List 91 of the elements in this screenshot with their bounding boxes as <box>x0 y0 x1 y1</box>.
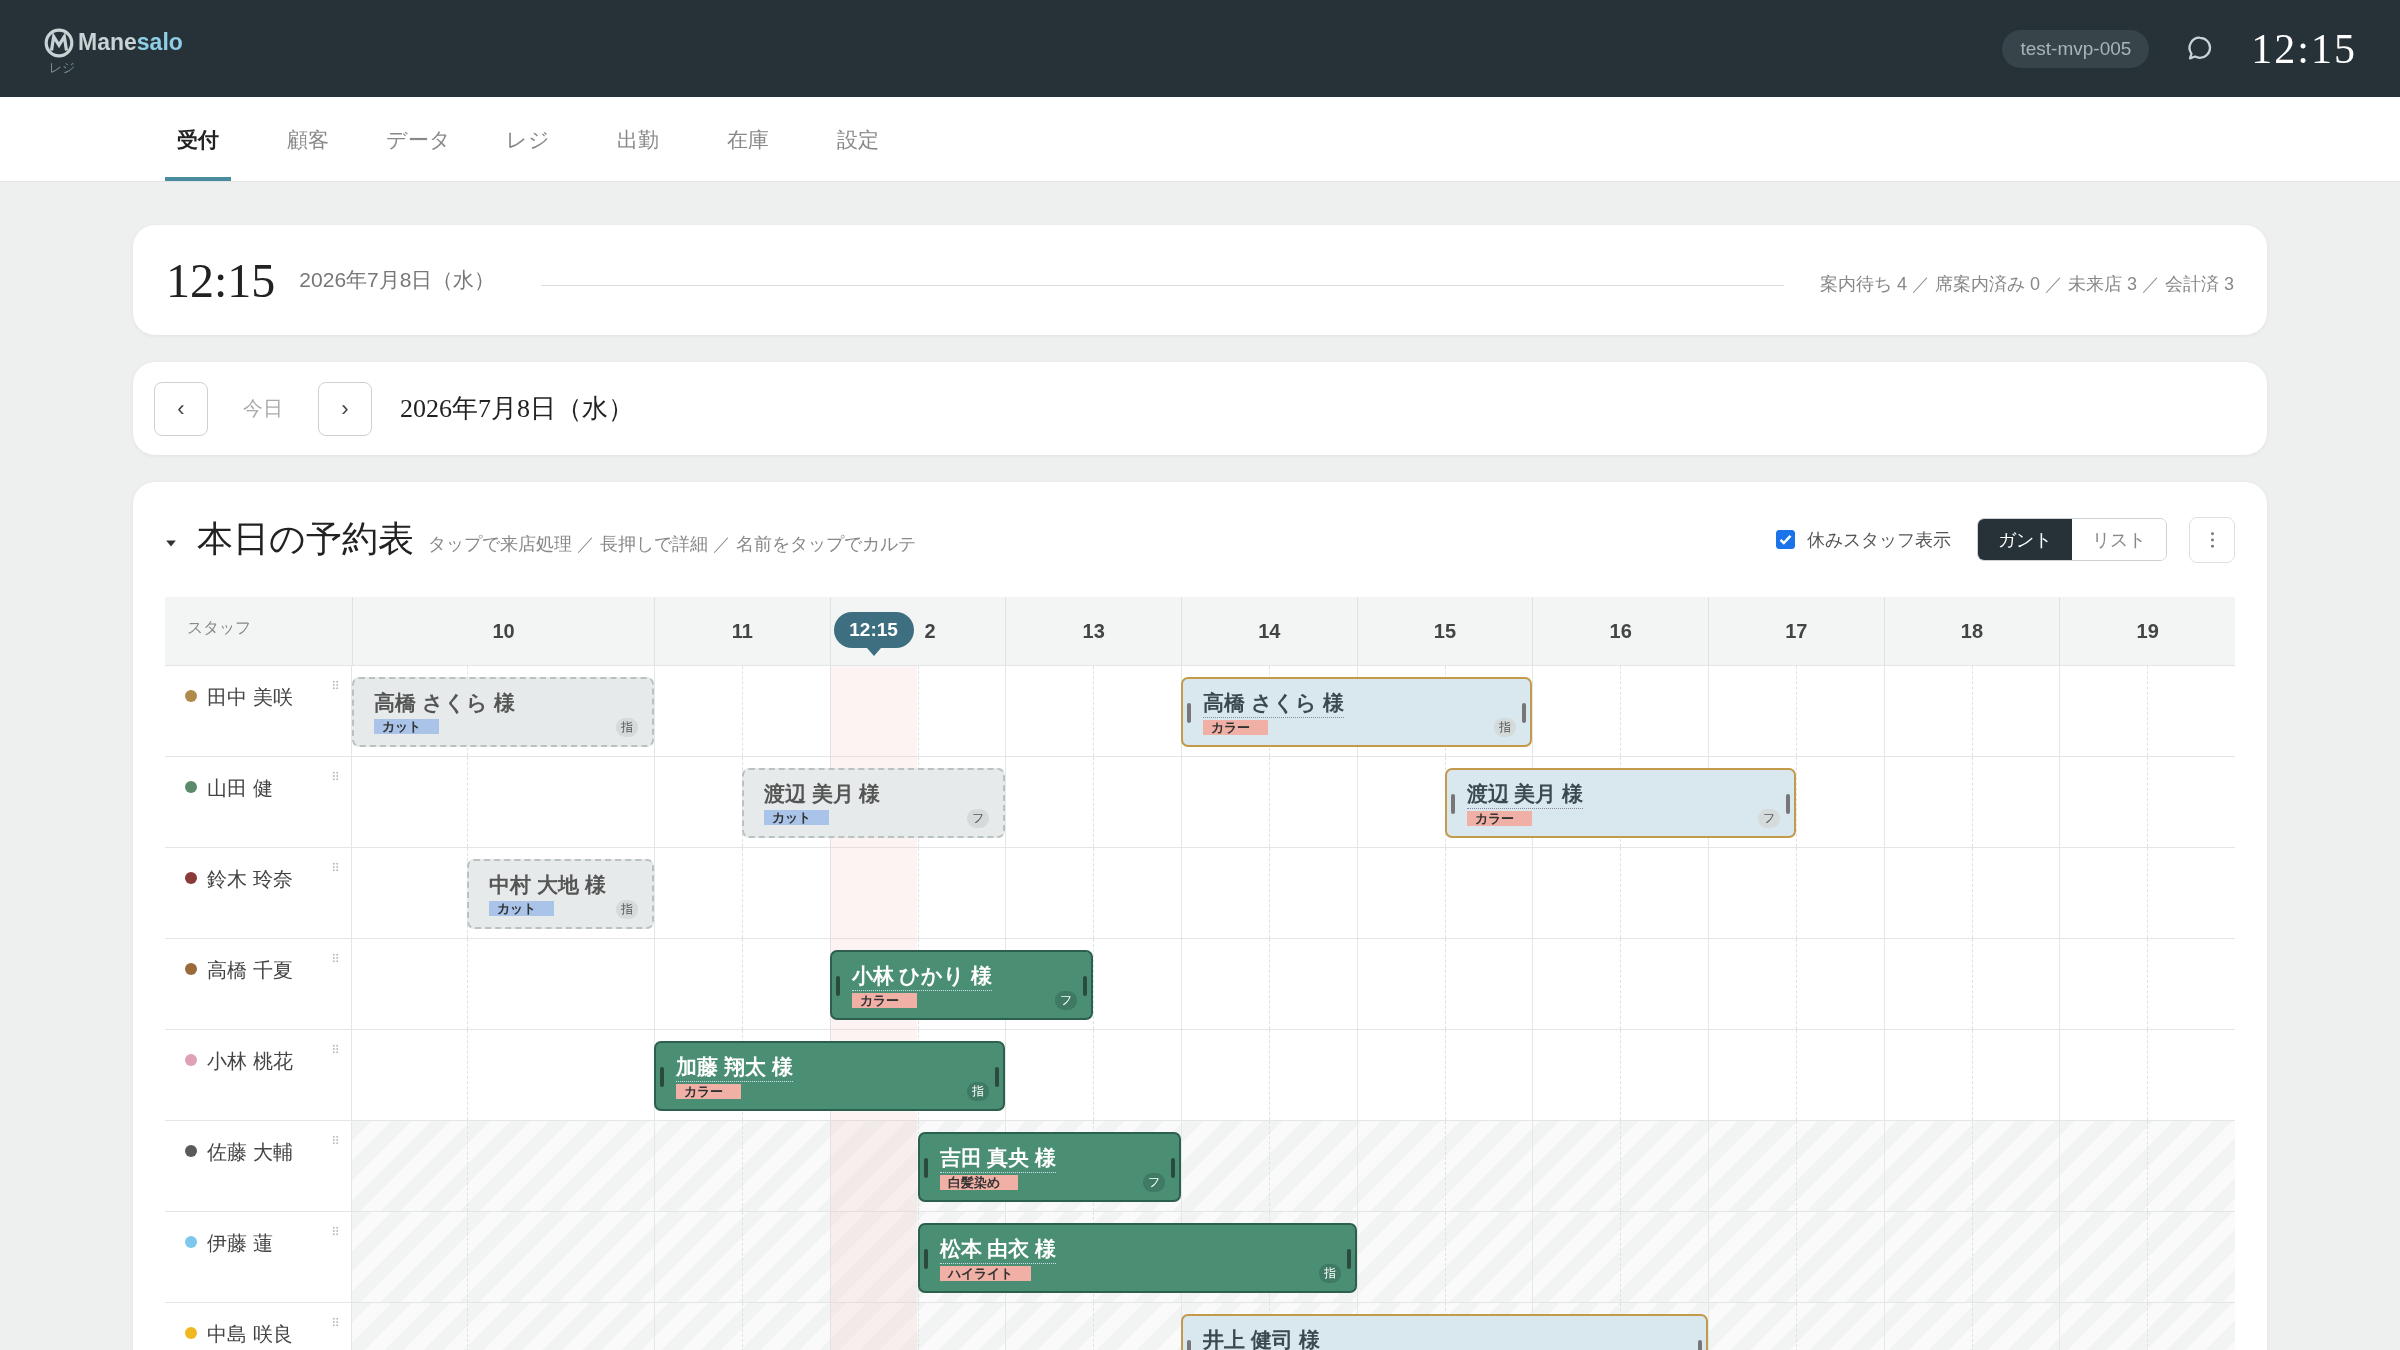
staff-name[interactable]: 山田 健 <box>207 775 273 802</box>
summary-date: 2026年7月8日（水） <box>299 267 496 293</box>
next-day-button[interactable]: › <box>318 381 372 436</box>
nav-tab[interactable]: 在庫 <box>715 97 781 181</box>
customer-name[interactable]: 高橋 さくら 様 <box>1203 689 1344 718</box>
nav-tab[interactable]: 受付 <box>165 97 231 181</box>
drag-handle-icon[interactable] <box>332 953 339 963</box>
drag-handle-icon[interactable] <box>332 1317 339 1327</box>
booking-block[interactable]: 中村 大地 様 カット 指 <box>467 859 654 929</box>
menu-tag: カラー <box>676 1084 741 1099</box>
booking-block[interactable]: 渡辺 美月 様 カラー フ <box>1444 768 1796 838</box>
hour-label: 17 <box>1785 619 1808 643</box>
column-header: スタッフ <box>187 617 251 638</box>
nav-tab[interactable]: 設定 <box>825 97 891 181</box>
nav-tab[interactable]: レジ <box>495 97 561 181</box>
hour-label: 19 <box>2136 619 2159 643</box>
menu-tag: カット <box>763 810 829 825</box>
logo-icon <box>43 26 75 59</box>
hour-label: 14 <box>1258 619 1281 643</box>
menu-tag: カラー <box>851 993 917 1008</box>
drag-handle-icon[interactable] <box>332 771 339 781</box>
nav-tab[interactable]: 出勤 <box>605 97 671 181</box>
staff-name[interactable]: 中島 咲良 <box>207 1321 293 1348</box>
schedule-title: 本日の予約表 <box>197 518 414 561</box>
stylist-mark: 指 <box>1318 1264 1341 1283</box>
drag-handle-icon[interactable] <box>332 680 339 690</box>
stylist-mark: 指 <box>967 1082 990 1101</box>
customer-name[interactable]: 渡辺 美月 様 <box>1466 780 1584 809</box>
hour-label: 18 <box>1960 619 1984 643</box>
drag-handle-icon[interactable] <box>332 862 339 872</box>
customer-name[interactable]: 渡辺 美月 様 <box>763 780 881 808</box>
current-date: 2026年7月8日（水） <box>400 393 634 425</box>
booking-block[interactable]: 高橋 さくら 様 カット 指 <box>352 677 654 747</box>
schedule-hint: タップで来店処理 ／ 長押しで詳細 ／ 名前をタップでカルテ <box>428 532 916 556</box>
checkbox[interactable] <box>1776 530 1795 549</box>
booking-block[interactable]: 加藤 翔太 様 カラー 指 <box>654 1041 1006 1111</box>
stylist-mark: フ <box>1055 991 1078 1010</box>
menu-tag: 白髪染め <box>939 1175 1018 1190</box>
brand-subtitle: レジ <box>49 58 76 77</box>
menu-tag: カラー <box>1466 811 1532 826</box>
stylist-mark: 指 <box>616 900 638 919</box>
brand-name: Manesalo <box>78 29 183 56</box>
staff-name[interactable]: 鈴木 玲奈 <box>207 866 293 893</box>
staff-name[interactable]: 伊藤 蓮 <box>207 1230 273 1257</box>
drag-handle-icon[interactable] <box>332 1226 339 1236</box>
stylist-mark: 指 <box>616 718 638 737</box>
booking-block[interactable]: 高橋 さくら 様 カラー 指 <box>1181 677 1533 747</box>
menu-tag: カット <box>489 901 554 916</box>
view-toggle[interactable]: ガント <box>1978 519 2072 560</box>
pointer-icon <box>866 648 881 656</box>
hour-label: 11 <box>731 619 753 643</box>
customer-name[interactable]: 中村 大地 様 <box>489 871 606 899</box>
stylist-mark: フ <box>967 809 990 828</box>
more-button[interactable] <box>2189 516 2235 563</box>
hour-label: 16 <box>1609 619 1632 643</box>
header-clock: 12:15 <box>2251 24 2357 73</box>
menu-tag: ハイライト <box>939 1266 1031 1281</box>
nav-tab[interactable]: 顧客 <box>275 97 341 181</box>
customer-name[interactable]: 井上 健司 様 <box>1203 1326 1320 1350</box>
customer-name[interactable]: 吉田 真央 様 <box>939 1144 1057 1173</box>
hour-label: 13 <box>1082 619 1105 643</box>
more-icon <box>2209 530 2215 549</box>
customer-name[interactable]: 高橋 さくら 様 <box>374 689 515 717</box>
store-badge: test-mvp-005 <box>2002 29 2150 68</box>
booking-block[interactable]: 吉田 真央 様 白髪染め フ <box>917 1132 1181 1202</box>
customer-name[interactable]: 加藤 翔太 様 <box>676 1053 793 1082</box>
staff-name[interactable]: 高橋 千夏 <box>207 957 293 984</box>
nav-tab[interactable]: データ <box>385 97 451 181</box>
stylist-mark: 指 <box>1494 718 1517 737</box>
hour-label: 10 <box>492 619 515 643</box>
staff-name[interactable]: 小林 桃花 <box>207 1048 293 1075</box>
staff-name[interactable]: 田中 美咲 <box>207 684 293 711</box>
booking-block[interactable]: 松本 由衣 様 ハイライト 指 <box>917 1223 1357 1293</box>
booking-block[interactable]: 小林 ひかり 様 カラー フ <box>829 950 1094 1020</box>
summary-stats: 案内待ち 4 ／ 席案内済み 0 ／ 未来店 3 ／ 会計済 3 <box>1819 273 2234 296</box>
menu-tag: カット <box>374 719 439 734</box>
hour-label: 2 <box>924 619 936 643</box>
booking-block[interactable]: 渡辺 美月 様 カット フ <box>741 768 1006 838</box>
customer-name[interactable]: 小林 ひかり 様 <box>851 962 993 991</box>
stylist-mark: フ <box>1757 809 1780 828</box>
customer-name[interactable]: 松本 由衣 様 <box>939 1235 1057 1264</box>
hour-label: 15 <box>1433 619 1457 643</box>
prev-day-button[interactable]: ‹ <box>154 381 208 436</box>
drag-handle-icon[interactable] <box>332 1044 339 1054</box>
checkbox-label: 休みスタッフ表示 <box>1807 528 1951 552</box>
stylist-mark: フ <box>1143 1173 1165 1192</box>
staff-name[interactable]: 佐藤 大輔 <box>207 1139 293 1166</box>
menu-tag: カラー <box>1203 720 1268 735</box>
drag-handle-icon[interactable] <box>332 1135 339 1145</box>
booking-block[interactable]: 井上 健司 様 <box>1181 1314 1708 1350</box>
summary-time: 12:15 <box>166 252 276 308</box>
